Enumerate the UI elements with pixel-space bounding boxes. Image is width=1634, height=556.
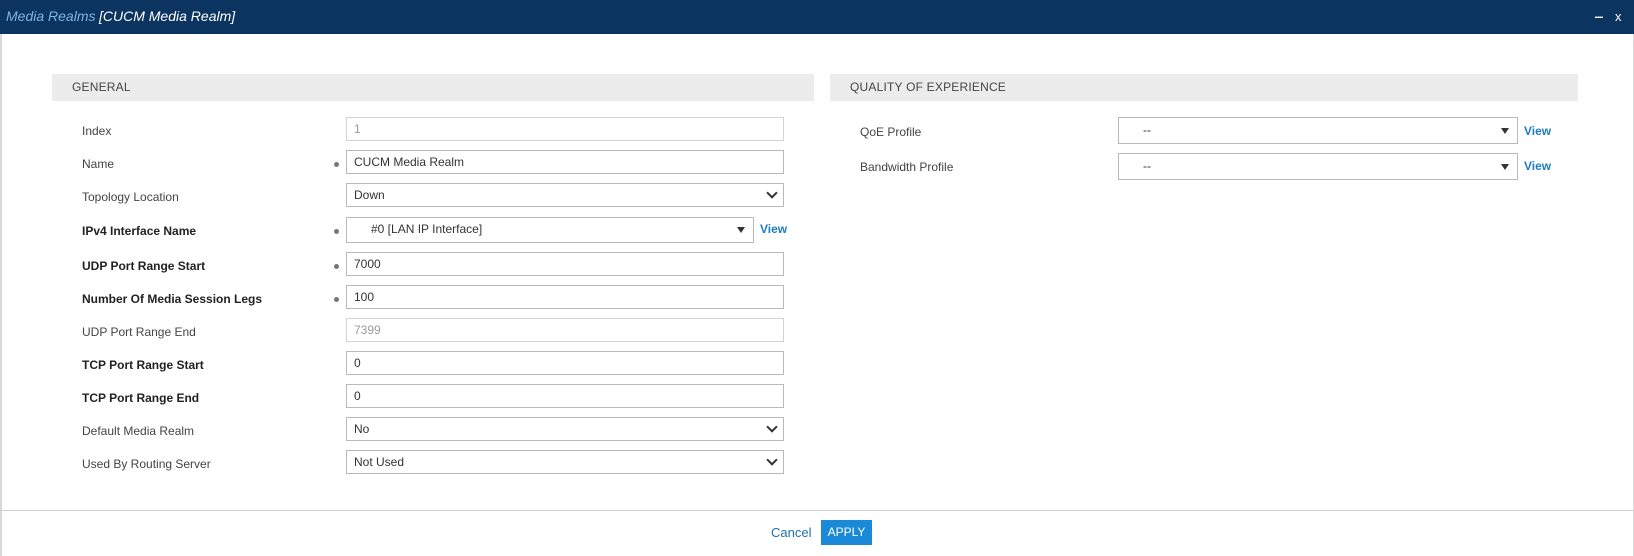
- caret-down-icon: [737, 227, 745, 233]
- qoe-section-header: QUALITY OF EXPERIENCE: [830, 74, 1578, 101]
- dialog-title: [CUCM Media Realm]: [99, 8, 236, 24]
- used-by-routing-server-value: Not Used: [354, 455, 405, 469]
- udp-port-end-label: UDP Port Range End: [82, 325, 196, 339]
- qoe-profile-value: --: [1143, 123, 1151, 137]
- apply-button[interactable]: APPLY: [821, 520, 872, 545]
- ipv4-interface-label: IPv4 Interface Name: [82, 224, 197, 238]
- qoe-profile-label: QoE Profile: [860, 125, 922, 139]
- used-by-routing-server-select[interactable]: Not Used: [346, 450, 784, 474]
- caret-down-icon: [1501, 164, 1509, 170]
- required-bullet: [334, 264, 339, 269]
- name-input[interactable]: CUCM Media Realm: [346, 150, 784, 174]
- caret-down-icon: [1501, 128, 1509, 134]
- cancel-button[interactable]: Cancel: [771, 525, 811, 540]
- ipv4-interface-value: #0 [LAN IP Interface]: [371, 222, 483, 236]
- bandwidth-profile-value: --: [1143, 159, 1151, 173]
- topology-location-label: Topology Location: [82, 190, 179, 204]
- dialog-titlebar: Media Realms [CUCM Media Realm] ‒ x: [0, 0, 1634, 34]
- chevron-down-icon: [766, 187, 778, 199]
- topology-location-value: Down: [354, 188, 385, 202]
- required-bullet: [334, 297, 339, 302]
- minimize-icon[interactable]: ‒: [1595, 8, 1603, 24]
- chevron-down-icon: [766, 421, 778, 433]
- tcp-port-end-label: TCP Port Range End: [82, 391, 200, 405]
- media-session-legs-label: Number Of Media Session Legs: [82, 292, 263, 306]
- udp-port-start-input[interactable]: 7000: [346, 252, 784, 276]
- default-media-realm-value: No: [354, 422, 370, 436]
- ipv4-interface-view-link[interactable]: View: [760, 222, 787, 236]
- dialog-left-border: [0, 34, 2, 556]
- general-section-header: GENERAL: [52, 74, 814, 101]
- tcp-port-start-label: TCP Port Range Start: [82, 358, 204, 372]
- bandwidth-profile-label: Bandwidth Profile: [860, 160, 954, 174]
- tcp-port-end-input[interactable]: 0: [346, 384, 784, 408]
- name-label: Name: [82, 157, 115, 171]
- media-session-legs-input[interactable]: 100: [346, 285, 784, 309]
- bandwidth-profile-select[interactable]: --: [1118, 153, 1518, 180]
- index-label: Index: [82, 124, 112, 138]
- chevron-down-icon: [766, 454, 778, 466]
- required-bullet: [334, 162, 339, 167]
- udp-port-start-label: UDP Port Range Start: [82, 259, 206, 273]
- ipv4-interface-select[interactable]: #0 [LAN IP Interface]: [346, 217, 754, 243]
- udp-port-end-field: 7399: [346, 318, 784, 342]
- bandwidth-profile-view-link[interactable]: View: [1524, 159, 1551, 173]
- qoe-profile-select[interactable]: --: [1118, 117, 1518, 144]
- footer-divider: [0, 510, 1634, 511]
- required-bullet: [334, 229, 339, 234]
- topology-location-select[interactable]: Down: [346, 183, 784, 207]
- default-media-realm-label: Default Media Realm: [82, 424, 195, 438]
- used-by-routing-server-label: Used By Routing Server: [82, 457, 211, 471]
- close-icon[interactable]: x: [1615, 9, 1622, 24]
- qoe-profile-view-link[interactable]: View: [1524, 124, 1551, 138]
- tcp-port-start-input[interactable]: 0: [346, 351, 784, 375]
- breadcrumb-media-realms[interactable]: Media Realms: [6, 8, 95, 24]
- default-media-realm-select[interactable]: No: [346, 417, 784, 441]
- index-field: 1: [346, 117, 784, 141]
